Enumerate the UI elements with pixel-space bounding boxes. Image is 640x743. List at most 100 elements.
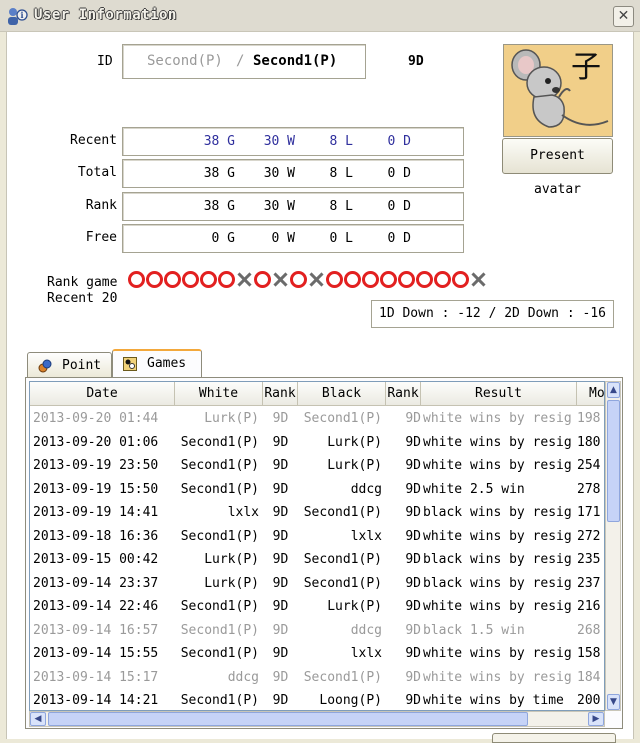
cell-white: Lurk(P) bbox=[204, 411, 259, 426]
cell-white-rank: 9D bbox=[272, 481, 289, 497]
id-box: Second(P) / Second1(P) bbox=[122, 44, 366, 79]
cell-black: Lurk(P) bbox=[327, 434, 382, 450]
tab-games[interactable]: Games bbox=[112, 349, 202, 377]
column-header-moves[interactable]: Mo bbox=[577, 382, 604, 406]
cell-moves: 278 bbox=[577, 481, 601, 497]
table-row[interactable]: 2013-09-14 15:55 Second1(P) 9D lxlx 9D white … bbox=[30, 642, 604, 666]
recent-stats-box: 38 G 30 W 8 L 0 D bbox=[122, 127, 464, 156]
cell-result: white wins by resig bbox=[423, 528, 572, 544]
recent-results-sequence bbox=[128, 271, 487, 288]
cell-black: ddcg bbox=[350, 622, 382, 638]
column-header-black-rank[interactable]: Rank bbox=[386, 382, 421, 406]
table-row[interactable]: 2013-09-14 23:37 Lurk(P) 9D Second1(P) 9D bla… bbox=[30, 572, 604, 596]
total-losses: 8 L bbox=[329, 166, 353, 181]
table-row[interactable]: 2013-09-15 00:42 Lurk(P) 9D Second1(P) 9D bla… bbox=[30, 548, 604, 572]
cell-black: lxlx bbox=[350, 528, 382, 544]
recent-label: Recent bbox=[70, 133, 117, 148]
table-row[interactable]: 2013-09-20 01:06 Second1(P) 9D Lurk(P) 9D whi… bbox=[30, 431, 604, 455]
recent-wins: 30 W bbox=[263, 134, 295, 149]
column-header-black[interactable]: Black bbox=[298, 382, 386, 406]
cell-white-rank: 9D bbox=[272, 411, 289, 426]
scroll-left-arrow-icon[interactable]: ◀ bbox=[30, 712, 46, 726]
table-row[interactable]: 2013-09-14 22:46 Second1(P) 9D Lurk(P) 9D whi… bbox=[30, 595, 604, 619]
cell-white-rank: 9D bbox=[272, 693, 289, 708]
games-table[interactable]: Date White Rank Black Rank Result Mo 201… bbox=[29, 381, 605, 711]
cell-white-rank: 9D bbox=[272, 528, 289, 544]
present-avatar-button[interactable]: Present avatar bbox=[502, 138, 613, 197]
free-label: Free bbox=[85, 230, 117, 245]
table-row[interactable]: 2013-09-14 16:57 Second1(P) 9D ddcg 9D black … bbox=[30, 619, 604, 643]
tab-point[interactable]: Point bbox=[27, 352, 112, 377]
win-circle-icon bbox=[128, 271, 145, 288]
cell-black-rank: 9D bbox=[405, 622, 421, 638]
table-row[interactable]: 2013-09-19 23:50 Second1(P) 9D Lurk(P) 9D whi… bbox=[30, 454, 604, 478]
rank-games: 38 G bbox=[203, 199, 235, 214]
rank-losses: 8 L bbox=[329, 199, 353, 214]
bottom-button-partial[interactable] bbox=[492, 733, 616, 743]
win-circle-icon bbox=[434, 271, 451, 288]
table-row[interactable]: 2013-09-18 16:36 Second1(P) 9D lxlx 9D white … bbox=[30, 525, 604, 549]
win-circle-icon bbox=[344, 271, 361, 288]
table-row[interactable]: 2013-09-19 15:50 Second1(P) 9D ddcg 9D white … bbox=[30, 478, 604, 502]
rank-stats-box: 38 G 30 W 8 L 0 D bbox=[122, 192, 464, 221]
cell-white-rank: 9D bbox=[272, 646, 289, 661]
win-circle-icon bbox=[146, 271, 163, 288]
loss-cross-icon bbox=[272, 271, 289, 288]
column-header-white-rank[interactable]: Rank bbox=[263, 382, 298, 406]
cell-white: Second1(P) bbox=[180, 622, 259, 638]
cell-result: white wins by resig bbox=[423, 599, 572, 614]
table-row[interactable]: 2013-09-14 15:17 ddcg 9D Second1(P) 9D white … bbox=[30, 666, 604, 690]
win-circle-icon bbox=[380, 271, 397, 288]
cell-date: 2013-09-14 15:55 bbox=[33, 646, 159, 661]
rank-draws: 0 D bbox=[387, 199, 411, 214]
vertical-scroll-thumb[interactable] bbox=[607, 400, 620, 522]
cell-black-rank: 9D bbox=[405, 528, 421, 544]
column-header-white[interactable]: White bbox=[175, 382, 263, 406]
recent-draws: 0 D bbox=[387, 134, 411, 149]
column-header-result[interactable]: Result bbox=[421, 382, 577, 406]
cell-black-rank: 9D bbox=[405, 599, 421, 614]
cell-black: Second1(P) bbox=[303, 552, 382, 567]
cell-white-rank: 9D bbox=[272, 575, 289, 591]
cell-date: 2013-09-20 01:44 bbox=[33, 411, 159, 426]
scroll-up-arrow-icon[interactable]: ▲ bbox=[607, 382, 620, 398]
cell-black-rank: 9D bbox=[405, 458, 421, 473]
scroll-right-arrow-icon[interactable]: ▶ bbox=[588, 712, 604, 726]
games-icon bbox=[123, 357, 137, 371]
scroll-down-arrow-icon[interactable]: ▼ bbox=[607, 694, 620, 710]
horizontal-scrollbar[interactable]: ◀ ▶ bbox=[29, 711, 605, 727]
cell-moves: 268 bbox=[577, 622, 601, 638]
cell-white-rank: 9D bbox=[272, 552, 289, 567]
cell-moves: 158 bbox=[577, 646, 601, 661]
rank-down-info: 1D Down : -12 / 2D Down : -16 bbox=[371, 300, 614, 328]
cell-date: 2013-09-14 16:57 bbox=[33, 622, 159, 638]
id-separator: / bbox=[236, 53, 245, 69]
cell-date: 2013-09-18 16:36 bbox=[33, 528, 159, 544]
cell-white-rank: 9D bbox=[272, 458, 289, 473]
cell-black-rank: 9D bbox=[405, 434, 421, 450]
cell-black: Second1(P) bbox=[303, 669, 382, 685]
table-row[interactable]: 2013-09-14 14:21 Second1(P) 9D Loong(P) 9D wh… bbox=[30, 689, 604, 710]
cell-moves: 200 bbox=[577, 693, 601, 708]
table-row[interactable]: 2013-09-20 01:44 Lurk(P) 9D Second1(P) 9D whi… bbox=[30, 407, 604, 431]
column-header-date[interactable]: Date bbox=[30, 382, 175, 406]
cell-black-rank: 9D bbox=[405, 669, 421, 685]
cell-white-rank: 9D bbox=[272, 505, 289, 520]
free-games: 0 G bbox=[211, 231, 235, 246]
cell-date: 2013-09-14 22:46 bbox=[33, 599, 159, 614]
cell-date: 2013-09-19 15:50 bbox=[33, 481, 159, 497]
vertical-scrollbar[interactable]: ▲ ▼ bbox=[605, 381, 621, 711]
recent-games: 38 G bbox=[203, 134, 235, 149]
close-button[interactable]: ✕ bbox=[613, 6, 634, 27]
user-info-icon: i bbox=[8, 8, 28, 25]
games-panel: Date White Rank Black Rank Result Mo 201… bbox=[25, 377, 623, 729]
total-label: Total bbox=[77, 165, 117, 180]
rank-game-label: Rank game Recent 20 bbox=[47, 275, 117, 307]
cell-black-rank: 9D bbox=[405, 552, 421, 567]
title-bar[interactable]: i User Information ✕ bbox=[0, 0, 640, 32]
table-row[interactable]: 2013-09-19 14:41 lxlx 9D Second1(P) 9D black … bbox=[30, 501, 604, 525]
avatar-char: 子 bbox=[571, 50, 601, 85]
cell-black: Lurk(P) bbox=[327, 599, 382, 614]
cell-date: 2013-09-20 01:06 bbox=[33, 434, 159, 450]
horizontal-scroll-thumb[interactable] bbox=[48, 712, 528, 726]
